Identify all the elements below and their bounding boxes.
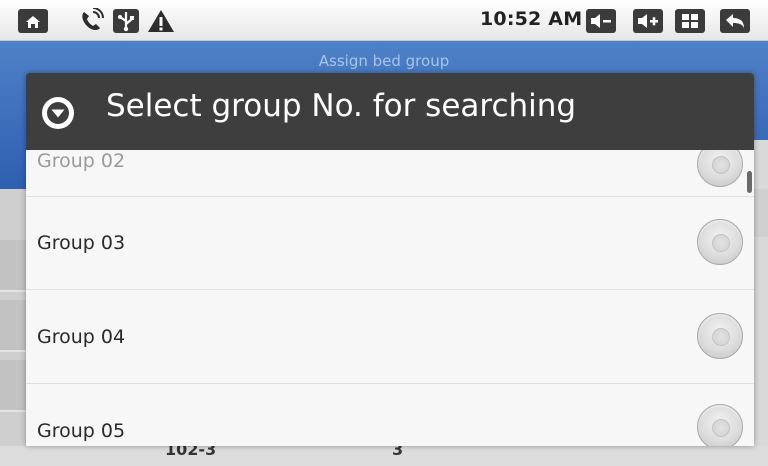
status-bar: 10:52 AM [0, 0, 768, 41]
radio-button[interactable] [697, 313, 743, 359]
menu-grid-icon[interactable] [675, 9, 705, 33]
radio-dot [712, 234, 730, 252]
radio-button[interactable] [697, 219, 743, 265]
status-time: 10:52 AM [480, 8, 583, 30]
select-group-dialog: Group 02 Group 03 Group 04 Group 05 Sele… [26, 73, 754, 446]
app-row-stripe [0, 240, 26, 292]
app-row-stripe [0, 300, 26, 352]
radio-button[interactable] [697, 404, 743, 446]
list-item[interactable]: Group 05 [26, 384, 754, 446]
option-label: Group 03 [37, 232, 126, 254]
dialog-header: Select group No. for searching [26, 73, 754, 150]
list-item[interactable]: Group 03 [26, 196, 754, 290]
radio-dot [712, 156, 730, 174]
app-right-band [754, 189, 768, 237]
back-icon[interactable] [720, 9, 750, 33]
radio-dot [712, 328, 730, 346]
dialog-title: Select group No. for searching [106, 88, 577, 124]
option-label: Group 05 [37, 420, 126, 442]
option-label: Group 02 [37, 150, 126, 172]
list-item[interactable]: Group 04 [26, 290, 754, 384]
volume-up-icon[interactable] [633, 9, 663, 33]
phone-call-icon [82, 8, 104, 31]
warning-icon [148, 10, 174, 32]
usb-icon [113, 9, 139, 33]
option-label: Group 04 [37, 326, 126, 348]
app-title: Assign bed group [318, 52, 450, 70]
app-row-stripe [0, 360, 26, 412]
list-scrollbar[interactable] [747, 171, 752, 193]
home-icon[interactable] [18, 9, 48, 33]
chevron-down-circle-icon [42, 97, 74, 129]
volume-down-icon[interactable] [586, 9, 616, 33]
app-bottom-row [0, 446, 768, 466]
radio-dot [712, 419, 730, 437]
